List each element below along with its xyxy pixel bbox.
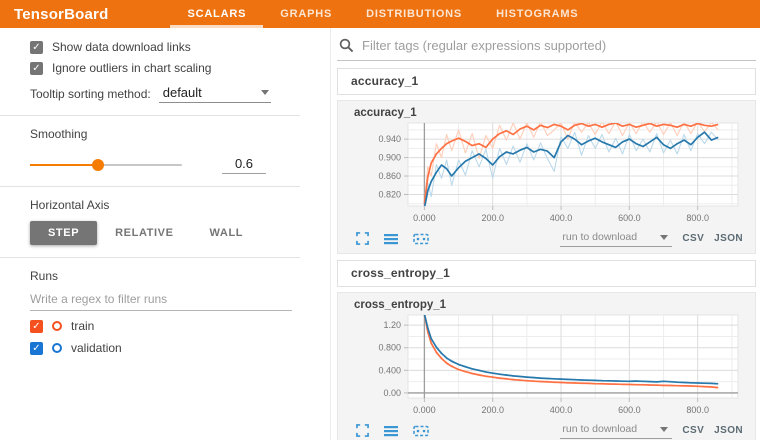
tab-histograms[interactable]: HISTOGRAMS bbox=[479, 0, 595, 28]
app-title: TensorBoard bbox=[14, 0, 108, 28]
run-row-validation: ✓ validation bbox=[0, 341, 330, 355]
svg-text:0.860: 0.860 bbox=[378, 171, 401, 181]
section-header-cross-entropy[interactable]: cross_entropy_1 bbox=[337, 260, 756, 287]
smoothing-value[interactable]: 0.6 bbox=[222, 156, 266, 174]
svg-text:0.900: 0.900 bbox=[378, 153, 401, 163]
axis-step-button[interactable]: STEP bbox=[30, 221, 97, 245]
json-download-link[interactable]: JSON bbox=[714, 425, 743, 436]
axis-wall-button[interactable]: WALL bbox=[192, 221, 262, 245]
toggle-log-scale-icon[interactable] bbox=[384, 425, 398, 437]
tag-filter-row bbox=[337, 36, 756, 61]
svg-text:0.940: 0.940 bbox=[378, 134, 401, 144]
svg-text:600.0: 600.0 bbox=[618, 213, 641, 223]
run-row-train: ✓ train bbox=[0, 319, 330, 333]
chart-card-cross-entropy: cross_entropy_1 0.000 200.0 400.0 600.0 800.… bbox=[337, 292, 756, 440]
run-validation-color-swatch bbox=[52, 343, 62, 353]
svg-text:0.00: 0.00 bbox=[383, 388, 401, 398]
run-train-color-swatch bbox=[52, 321, 62, 331]
json-download-link[interactable]: JSON bbox=[714, 233, 743, 244]
chart-title: accuracy_1 bbox=[354, 107, 751, 119]
csv-download-link[interactable]: CSV bbox=[682, 425, 704, 436]
svg-text:400.0: 400.0 bbox=[550, 213, 573, 223]
runs-filter-input[interactable] bbox=[30, 289, 292, 311]
svg-text:800.0: 800.0 bbox=[686, 213, 709, 223]
ignore-outliers-checkbox[interactable]: ✓ bbox=[30, 62, 43, 75]
svg-text:600.0: 600.0 bbox=[618, 405, 641, 415]
chart-card-footer: run to download CSV JSON bbox=[344, 421, 751, 440]
ignore-outliers-label: Ignore outliers in chart scaling bbox=[52, 61, 211, 75]
csv-download-link[interactable]: CSV bbox=[682, 233, 704, 244]
toggle-log-scale-icon[interactable] bbox=[384, 233, 398, 245]
smoothing-label: Smoothing bbox=[0, 127, 330, 141]
svg-text:1.20: 1.20 bbox=[383, 320, 401, 330]
tag-filter-input[interactable] bbox=[362, 38, 754, 53]
divider bbox=[0, 257, 300, 258]
svg-text:200.0: 200.0 bbox=[481, 405, 504, 415]
cross-entropy-line-chart[interactable]: 0.000 200.0 400.0 600.0 800.0 0.00 0.400 0.800 1… bbox=[344, 312, 758, 416]
run-validation-checkbox[interactable]: ✓ bbox=[30, 342, 43, 355]
fit-domain-icon[interactable] bbox=[413, 425, 429, 437]
run-to-download-select[interactable]: run to download bbox=[560, 230, 672, 247]
chart-card-accuracy: accuracy_1 0.000 200.0 400.0 600.0 800.0 0.82… bbox=[337, 100, 756, 254]
smoothing-slider[interactable] bbox=[30, 164, 182, 166]
scalars-dashboard: accuracy_1 accuracy_1 0.000 200.0 400.0 600… bbox=[330, 28, 760, 440]
tooltip-sorting-value: default bbox=[163, 85, 202, 100]
search-icon bbox=[339, 38, 354, 53]
tooltip-sorting-label: Tooltip sorting method: bbox=[30, 87, 151, 101]
settings-sidebar: ✓ Show data download links ✓ Ignore outl… bbox=[0, 28, 330, 440]
tab-scalars[interactable]: SCALARS bbox=[170, 0, 263, 28]
section-header-accuracy[interactable]: accuracy_1 bbox=[337, 68, 756, 95]
run-train-checkbox[interactable]: ✓ bbox=[30, 320, 43, 333]
svg-text:0.000: 0.000 bbox=[413, 405, 436, 415]
chevron-down-icon bbox=[660, 427, 668, 432]
axis-relative-button[interactable]: RELATIVE bbox=[97, 221, 191, 245]
tab-graphs[interactable]: GRAPHS bbox=[263, 0, 349, 28]
svg-text:200.0: 200.0 bbox=[481, 213, 504, 223]
chart-card-footer: run to download CSV JSON bbox=[344, 229, 751, 251]
show-download-links-checkbox[interactable]: ✓ bbox=[30, 41, 43, 54]
fit-domain-icon[interactable] bbox=[413, 233, 429, 245]
divider bbox=[0, 115, 300, 116]
run-validation-label: validation bbox=[71, 341, 122, 355]
runs-label: Runs bbox=[0, 269, 330, 283]
tab-bar: SCALARS GRAPHS DISTRIBUTIONS HISTOGRAMS bbox=[170, 0, 595, 28]
svg-text:0.820: 0.820 bbox=[378, 189, 401, 199]
svg-text:0.000: 0.000 bbox=[413, 213, 436, 223]
chart-title: cross_entropy_1 bbox=[354, 299, 751, 311]
horizontal-axis-label: Horizontal Axis bbox=[0, 198, 330, 212]
chevron-down-icon bbox=[660, 235, 668, 240]
app-header: TensorBoard SCALARS GRAPHS DISTRIBUTIONS… bbox=[0, 0, 760, 28]
svg-text:800.0: 800.0 bbox=[686, 405, 709, 415]
svg-text:0.800: 0.800 bbox=[378, 343, 401, 353]
smoothing-slider-thumb[interactable] bbox=[92, 159, 104, 171]
run-train-label: train bbox=[71, 319, 94, 333]
smoothing-slider-fill bbox=[30, 164, 98, 166]
tooltip-sorting-select[interactable]: default bbox=[159, 84, 271, 103]
run-to-download-select[interactable]: run to download bbox=[560, 422, 672, 439]
divider bbox=[0, 186, 300, 187]
accuracy-line-chart[interactable]: 0.000 200.0 400.0 600.0 800.0 0.820 0.860 0.900… bbox=[344, 120, 758, 224]
svg-text:400.0: 400.0 bbox=[550, 405, 573, 415]
show-download-links-label: Show data download links bbox=[52, 40, 191, 54]
expand-chart-icon[interactable] bbox=[356, 232, 369, 245]
tab-distributions[interactable]: DISTRIBUTIONS bbox=[349, 0, 479, 28]
svg-text:0.400: 0.400 bbox=[378, 365, 401, 375]
chevron-down-icon bbox=[261, 90, 269, 95]
expand-chart-icon[interactable] bbox=[356, 424, 369, 437]
